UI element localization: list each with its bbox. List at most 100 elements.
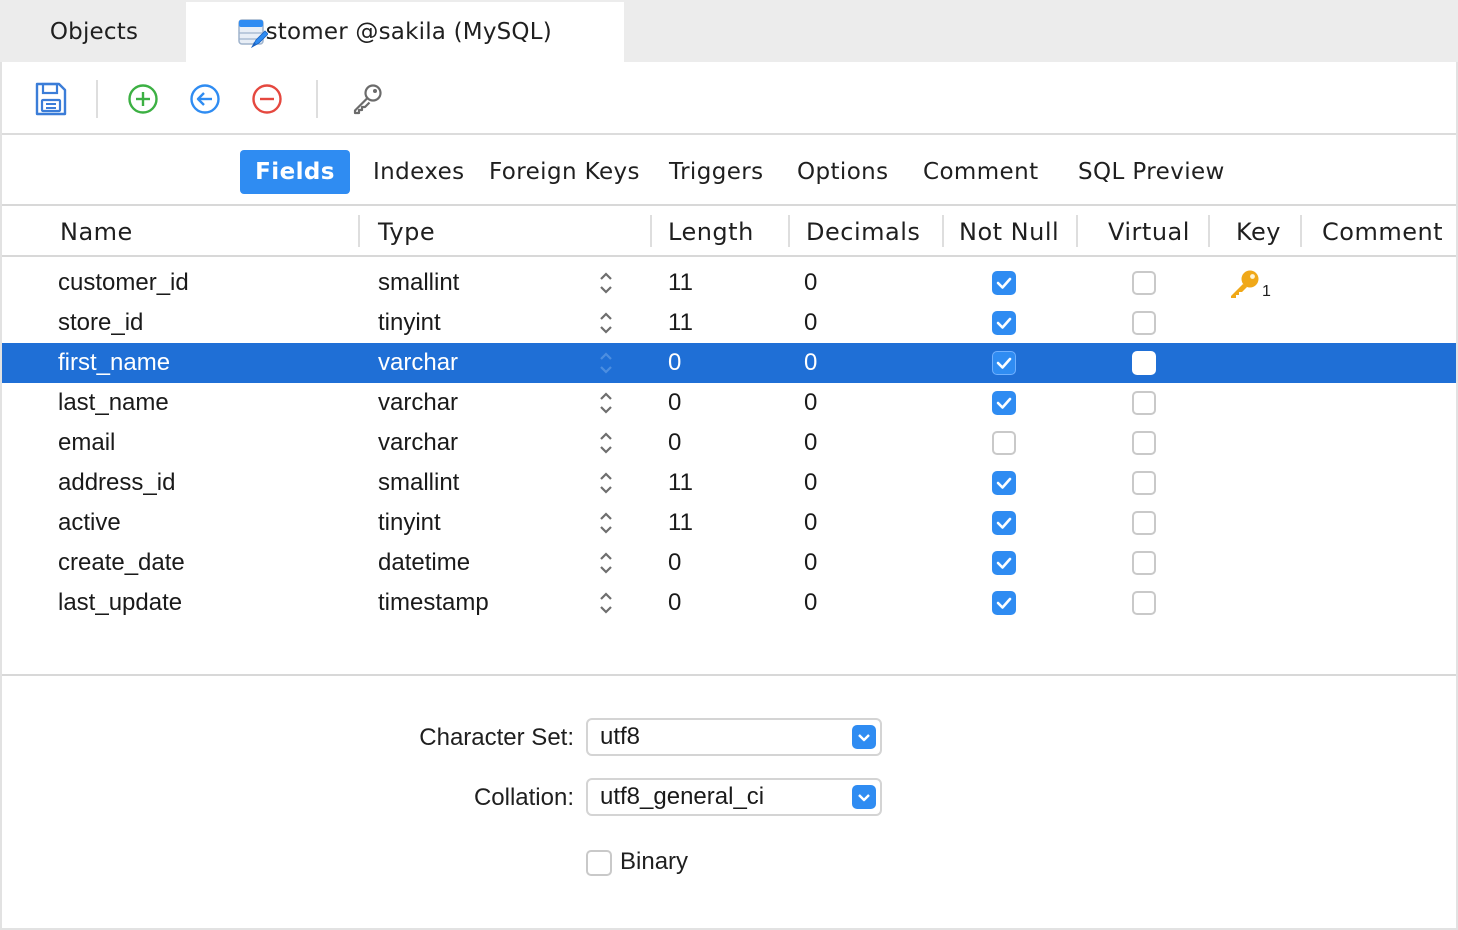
type-stepper-icon[interactable]	[596, 509, 616, 537]
field-type-cell[interactable]: varchar	[378, 343, 458, 383]
binary-checkbox[interactable]	[586, 850, 612, 876]
virtual-checkbox[interactable]	[1132, 391, 1156, 415]
subtab-indexes[interactable]: Indexes	[373, 150, 465, 194]
type-stepper-icon[interactable]	[596, 309, 616, 337]
table-row[interactable]: store_id tinyint 11 0	[2, 303, 1456, 343]
not-null-checkbox[interactable]	[992, 271, 1016, 295]
table-row[interactable]: customer_id smallint 11 0 1	[2, 263, 1456, 303]
not-null-checkbox[interactable]	[992, 511, 1016, 535]
chevron-down-icon[interactable]	[852, 725, 876, 749]
field-decimals-cell[interactable]: 0	[804, 343, 817, 383]
field-name-cell[interactable]: store_id	[58, 303, 143, 343]
table-row[interactable]: address_id smallint 11 0	[2, 463, 1456, 503]
not-null-checkbox[interactable]	[992, 471, 1016, 495]
field-name-cell[interactable]: email	[58, 423, 115, 463]
tab-objects[interactable]: Objects	[2, 2, 186, 62]
virtual-checkbox[interactable]	[1132, 551, 1156, 575]
field-length-cell[interactable]: 0	[668, 343, 681, 383]
virtual-checkbox[interactable]	[1132, 431, 1156, 455]
table-row[interactable]: last_update timestamp 0 0	[2, 583, 1456, 623]
virtual-checkbox[interactable]	[1132, 271, 1156, 295]
virtual-checkbox[interactable]	[1132, 511, 1156, 535]
field-length-cell[interactable]: 11	[668, 263, 693, 303]
field-type-cell[interactable]: smallint	[378, 463, 459, 503]
field-decimals-cell[interactable]: 0	[804, 423, 817, 463]
type-stepper-icon[interactable]	[596, 429, 616, 457]
table-row[interactable]: last_name varchar 0 0	[2, 383, 1456, 423]
field-decimals-cell[interactable]: 0	[804, 463, 817, 503]
subtab-foreign-keys[interactable]: Foreign Keys	[489, 150, 640, 194]
subtab-options[interactable]: Options	[797, 150, 889, 194]
column-header-comment[interactable]: Comment	[1322, 207, 1443, 257]
column-header-key[interactable]: Key	[1236, 207, 1281, 257]
field-decimals-cell[interactable]: 0	[804, 503, 817, 543]
subtab-sql-preview[interactable]: SQL Preview	[1078, 150, 1225, 194]
not-null-checkbox[interactable]	[992, 431, 1016, 455]
field-name-cell[interactable]: create_date	[58, 543, 185, 583]
field-name-cell[interactable]: active	[58, 503, 121, 543]
column-header-decimals[interactable]: Decimals	[806, 207, 920, 257]
chevron-down-icon[interactable]	[852, 785, 876, 809]
not-null-checkbox[interactable]	[992, 551, 1016, 575]
field-type-cell[interactable]: datetime	[378, 543, 470, 583]
column-divider[interactable]	[358, 215, 360, 247]
column-divider[interactable]	[942, 215, 944, 247]
column-divider[interactable]	[650, 215, 652, 247]
table-row-selected[interactable]: first_name varchar 0 0	[2, 343, 1456, 383]
virtual-checkbox[interactable]	[1132, 591, 1156, 615]
field-decimals-cell[interactable]: 0	[804, 583, 817, 623]
subtab-triggers[interactable]: Triggers	[669, 150, 764, 194]
not-null-checkbox[interactable]	[992, 591, 1016, 615]
table-row[interactable]: create_date datetime 0 0	[2, 543, 1456, 583]
not-null-checkbox[interactable]	[992, 351, 1016, 375]
field-type-cell[interactable]: varchar	[378, 383, 458, 423]
virtual-checkbox[interactable]	[1132, 351, 1156, 375]
column-header-virtual[interactable]: Virtual	[1108, 207, 1190, 257]
column-header-type[interactable]: Type	[378, 207, 435, 257]
delete-field-button[interactable]	[248, 80, 286, 118]
table-row[interactable]: email varchar 0 0	[2, 423, 1456, 463]
subtab-comment[interactable]: Comment	[923, 150, 1039, 194]
field-name-cell[interactable]: last_update	[58, 583, 182, 623]
not-null-checkbox[interactable]	[992, 311, 1016, 335]
type-stepper-icon[interactable]	[596, 349, 616, 377]
field-type-cell[interactable]: smallint	[378, 263, 459, 303]
save-button[interactable]	[32, 80, 70, 118]
field-length-cell[interactable]: 11	[668, 303, 693, 343]
field-decimals-cell[interactable]: 0	[804, 303, 817, 343]
field-decimals-cell[interactable]: 0	[804, 263, 817, 303]
not-null-checkbox[interactable]	[992, 391, 1016, 415]
type-stepper-icon[interactable]	[596, 269, 616, 297]
field-type-cell[interactable]: varchar	[378, 423, 458, 463]
column-header-not-null[interactable]: Not Null	[959, 207, 1059, 257]
binary-label[interactable]: Binary	[620, 848, 688, 876]
virtual-checkbox[interactable]	[1132, 311, 1156, 335]
type-stepper-icon[interactable]	[596, 549, 616, 577]
field-name-cell[interactable]: first_name	[58, 343, 170, 383]
type-stepper-icon[interactable]	[596, 389, 616, 417]
column-divider[interactable]	[1208, 215, 1210, 247]
field-type-cell[interactable]: tinyint	[378, 303, 441, 343]
field-length-cell[interactable]: 0	[668, 383, 681, 423]
field-length-cell[interactable]: 11	[668, 463, 693, 503]
primary-key-button[interactable]	[348, 80, 386, 118]
column-divider[interactable]	[1076, 215, 1078, 247]
add-field-button[interactable]	[124, 80, 162, 118]
column-divider[interactable]	[788, 215, 790, 247]
character-set-select[interactable]: utf8	[586, 718, 882, 756]
insert-field-button[interactable]	[186, 80, 224, 118]
field-decimals-cell[interactable]: 0	[804, 543, 817, 583]
virtual-checkbox[interactable]	[1132, 471, 1156, 495]
tab-customer-table[interactable]: customer @sakila (MySQL)	[186, 2, 624, 62]
field-length-cell[interactable]: 0	[668, 583, 681, 623]
field-length-cell[interactable]: 11	[668, 503, 693, 543]
column-header-length[interactable]: Length	[668, 207, 754, 257]
field-decimals-cell[interactable]: 0	[804, 383, 817, 423]
field-length-cell[interactable]: 0	[668, 423, 681, 463]
column-divider[interactable]	[1300, 215, 1302, 247]
subtab-fields[interactable]: Fields	[240, 150, 350, 194]
column-header-name[interactable]: Name	[60, 207, 133, 257]
field-type-cell[interactable]: timestamp	[378, 583, 489, 623]
field-type-cell[interactable]: tinyint	[378, 503, 441, 543]
collation-select[interactable]: utf8_general_ci	[586, 778, 882, 816]
